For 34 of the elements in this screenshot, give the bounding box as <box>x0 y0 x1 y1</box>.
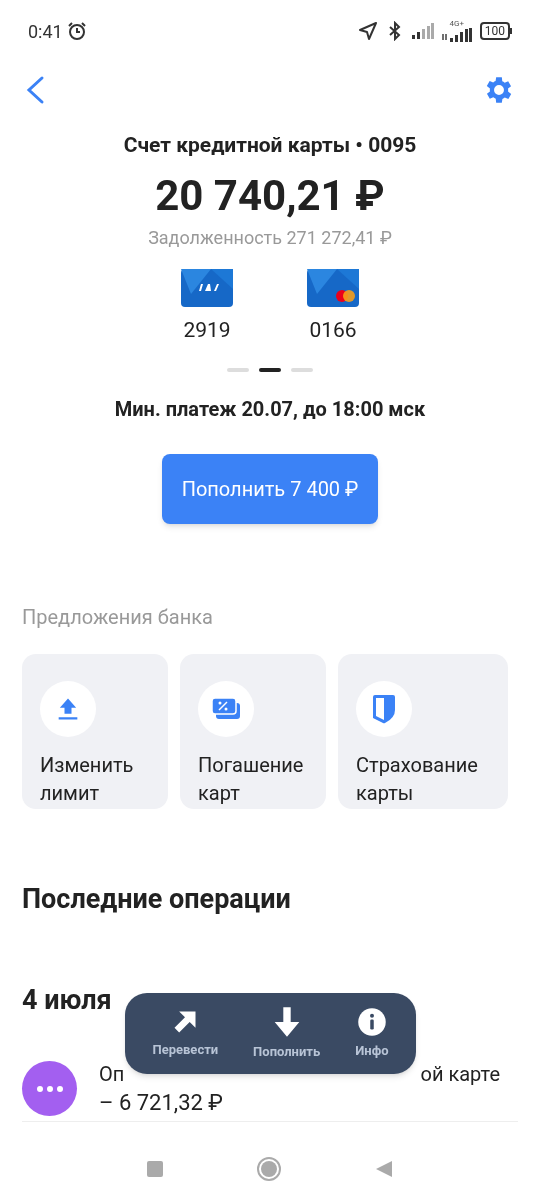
battery-indicator: 100 <box>479 22 512 40</box>
transaction-amount: – 6 721,32 ₽ <box>99 1088 224 1117</box>
location-icon <box>357 21 378 41</box>
topup-button[interactable]: Пополнить 7 400 ₽ <box>162 454 378 524</box>
back-button[interactable] <box>24 75 46 105</box>
popup-action[interactable]: Перевести <box>152 1007 219 1060</box>
offer-card[interactable]: Погашение карт <box>180 654 326 809</box>
offers-title: Предложения банка <box>21 604 214 631</box>
popup-action[interactable]: Инфо <box>355 1006 389 1061</box>
back-nav-icon[interactable] <box>375 1160 393 1178</box>
network-type: 4G+ <box>449 20 464 28</box>
date-heading: 4 июля <box>21 982 113 1018</box>
popup-action[interactable]: Пополнить <box>253 1005 321 1062</box>
card-number: 0166 <box>309 316 357 344</box>
info-icon <box>356 1006 387 1037</box>
shield-icon <box>371 693 397 724</box>
signal-icon <box>441 28 472 42</box>
recents-button[interactable] <box>147 1161 163 1177</box>
home-button[interactable] <box>257 1157 281 1181</box>
card-number: 2919 <box>183 316 231 344</box>
alarm-icon <box>66 21 87 41</box>
transaction-title-start: Оп <box>99 1060 125 1088</box>
back-icon <box>24 75 46 105</box>
min-payment-text: Мин. платеж 20.07, до 18:00 мск <box>114 396 426 423</box>
offer-card[interactable]: Изменить лимит <box>22 654 168 809</box>
balance-amount: 20 740,21 ₽ <box>155 169 385 222</box>
debt-text: Задолженность 271 272,41 ₽ <box>148 225 392 250</box>
offer-card[interactable]: Страхование карты <box>338 654 508 809</box>
status-time: 0:41 <box>28 19 63 44</box>
operations-title: Последние операции <box>21 882 292 917</box>
mastercard-card-icon <box>307 268 359 307</box>
account-title: Счет кредитной карты • 0095 <box>123 132 417 159</box>
signal-icon <box>411 23 434 39</box>
transaction-title-end: ой карте <box>420 1060 500 1088</box>
